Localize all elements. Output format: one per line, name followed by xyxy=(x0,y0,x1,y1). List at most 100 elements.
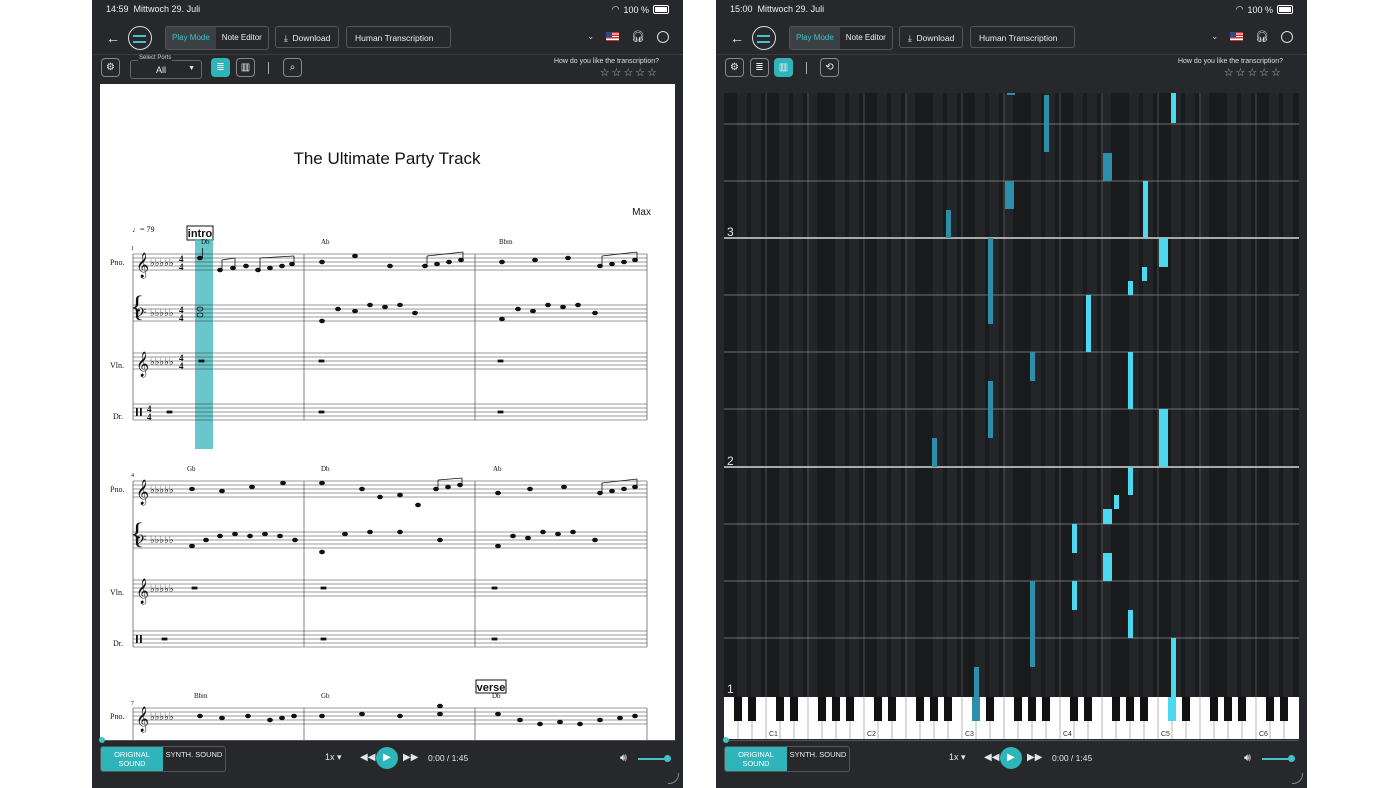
language-chevron-down-icon[interactable]: ⌄ xyxy=(1211,32,1218,41)
note-block[interactable] xyxy=(1159,238,1168,267)
synth-sound-button[interactable]: SYNTH. SOUND xyxy=(787,747,849,771)
original-sound-button[interactable]: ORIGINAL SOUND xyxy=(101,747,163,771)
key-signature-flats: ♭♭♭♭♭ xyxy=(150,535,174,546)
key-label: C1 xyxy=(769,731,778,738)
toolbar-separator xyxy=(806,62,807,74)
settings-gear-icon[interactable]: ⚙ xyxy=(101,58,120,77)
note-block[interactable] xyxy=(1086,295,1091,352)
rating-stars[interactable]: ☆☆☆☆☆ xyxy=(554,66,659,79)
piano-roll-icon[interactable]: ▥ xyxy=(236,58,255,77)
playback-progress-track[interactable] xyxy=(100,740,675,741)
piano-roll-grid[interactable]: 3 2 1 xyxy=(724,93,1299,697)
account-icon[interactable] xyxy=(657,30,669,43)
note-block[interactable] xyxy=(1128,281,1133,295)
tempo-marking: ♩= 79 xyxy=(132,225,155,234)
note-block[interactable] xyxy=(1072,524,1077,553)
mixer-sliders-icon[interactable]: ≣ xyxy=(750,58,769,77)
download-button[interactable]: ⤓ Download xyxy=(899,26,964,48)
note-block[interactable] xyxy=(1103,509,1112,524)
fast-forward-icon[interactable]: ▶▶ xyxy=(1027,752,1042,763)
playback-speed-dropdown[interactable]: 1x ▾ xyxy=(325,752,342,763)
note-block[interactable] xyxy=(1044,95,1049,152)
key-label: C4 xyxy=(1063,731,1072,738)
toolbar: ⚙ ≣ ▥ ⟲ How do you like the transcriptio… xyxy=(716,58,1307,82)
playback-progress-handle[interactable] xyxy=(723,737,729,743)
note-block[interactable] xyxy=(974,667,979,697)
note-block[interactable] xyxy=(1103,153,1112,181)
staff-lines xyxy=(132,480,648,648)
piano-keyboard[interactable]: C1 C2 C3 C4 C5 C6 xyxy=(724,697,1299,739)
note-block[interactable] xyxy=(988,381,993,438)
treble-clef-icon: 𝄞 xyxy=(136,706,149,732)
headphones-icon[interactable]: 🎧︎ xyxy=(1255,30,1269,43)
original-sound-button[interactable]: ORIGINAL SOUND xyxy=(725,747,787,771)
zoom-search-icon[interactable]: ⌕ xyxy=(283,58,302,77)
playback-progress-handle[interactable] xyxy=(99,737,105,743)
key-signature-flats: ♭♭♭♭♭ xyxy=(150,258,174,269)
human-transcription-button[interactable]: Human Transcription xyxy=(970,26,1075,48)
system-2: 4 Gb Db Ab Pno. Vln. Dr. { 𝄞 𝄢 𝄞 ♭♭♭♭♭ ♭… xyxy=(110,465,648,648)
playback-cursor[interactable] xyxy=(195,239,213,449)
play-mode-tab[interactable]: Play Mode xyxy=(790,27,840,49)
wifi-icon: ◠ xyxy=(611,4,620,14)
note-block[interactable] xyxy=(946,210,951,238)
score-svg: The Ultimate Party Track Max ♩= 79 intro… xyxy=(110,149,651,740)
resize-corner-icon xyxy=(668,773,679,784)
volume-slider-knob[interactable] xyxy=(664,755,671,762)
fast-forward-icon[interactable]: ▶▶ xyxy=(403,752,418,763)
note-block[interactable] xyxy=(1128,610,1133,638)
select-ports-dropdown[interactable]: Select Ports All ▼ xyxy=(130,55,202,79)
play-mode-tab[interactable]: Play Mode xyxy=(166,27,216,49)
note-block[interactable] xyxy=(1103,553,1112,581)
status-indicators: ◠ 100 % xyxy=(612,4,669,15)
chord-symbol: Db xyxy=(201,238,210,246)
back-arrow-icon[interactable]: ← xyxy=(730,30,744,46)
settings-gear-icon[interactable]: ⚙ xyxy=(725,58,744,77)
note-editor-tab[interactable]: Note Editor xyxy=(216,27,268,49)
note-block[interactable] xyxy=(1128,467,1133,495)
volume-icon[interactable]: 🔊︎ xyxy=(620,752,627,765)
mixer-sliders-icon[interactable]: ≣ xyxy=(211,58,230,77)
key-label: C2 xyxy=(867,731,876,738)
note-block[interactable] xyxy=(1114,495,1119,509)
system-1: 1 Db Ab Bbm Pno. Vln. Dr. { 𝄞 𝄢 𝄞 ♭♭♭♭♭ … xyxy=(110,238,648,422)
us-flag-icon[interactable] xyxy=(1230,32,1244,41)
back-arrow-icon[interactable]: ← xyxy=(106,30,120,46)
rewind-icon[interactable]: ◀◀ xyxy=(984,752,999,763)
rotate-screen-icon[interactable]: ⟲ xyxy=(820,58,839,77)
note-block[interactable] xyxy=(1171,638,1176,697)
language-chevron-down-icon[interactable]: ⌄ xyxy=(587,32,594,41)
note-block[interactable] xyxy=(1142,267,1147,281)
human-transcription-button[interactable]: Human Transcription xyxy=(346,26,451,48)
volume-slider-knob[interactable] xyxy=(1288,755,1295,762)
keyboard-svg: C1 C2 C3 C4 C5 C6 xyxy=(724,697,1299,739)
note-block[interactable] xyxy=(1030,352,1035,381)
download-button[interactable]: ⤓ Download xyxy=(275,26,340,48)
playback-speed-dropdown[interactable]: 1x ▾ xyxy=(949,752,966,763)
piano-roll-icon[interactable]: ▥ xyxy=(774,58,793,77)
playback-progress-track[interactable] xyxy=(724,740,1299,741)
note-block[interactable] xyxy=(1159,409,1168,467)
note-block[interactable] xyxy=(1007,93,1015,95)
note-block[interactable] xyxy=(988,238,993,324)
chord-symbol: Ab xyxy=(321,238,330,246)
percussion-clef-icon xyxy=(136,408,138,416)
rating-stars[interactable]: ☆☆☆☆☆ xyxy=(1178,66,1283,79)
synth-sound-button[interactable]: SYNTH. SOUND xyxy=(163,747,225,771)
account-icon[interactable] xyxy=(1281,30,1293,43)
headphones-icon[interactable]: 🎧︎ xyxy=(631,30,645,43)
note-block[interactable] xyxy=(1143,181,1148,238)
note-block[interactable] xyxy=(1072,581,1077,610)
time-signature-bottom: 4 xyxy=(179,262,184,272)
note-block[interactable] xyxy=(1171,93,1176,123)
volume-icon[interactable]: 🔊︎ xyxy=(1244,752,1251,765)
note-block[interactable] xyxy=(1128,352,1133,409)
note-block[interactable] xyxy=(1030,581,1035,667)
note-block[interactable] xyxy=(932,438,937,467)
us-flag-icon[interactable] xyxy=(606,32,620,41)
rewind-icon[interactable]: ◀◀ xyxy=(360,752,375,763)
note-block[interactable] xyxy=(1005,181,1014,209)
play-button[interactable]: ▶ xyxy=(376,747,398,769)
play-button[interactable]: ▶ xyxy=(1000,747,1022,769)
note-editor-tab[interactable]: Note Editor xyxy=(840,27,892,49)
